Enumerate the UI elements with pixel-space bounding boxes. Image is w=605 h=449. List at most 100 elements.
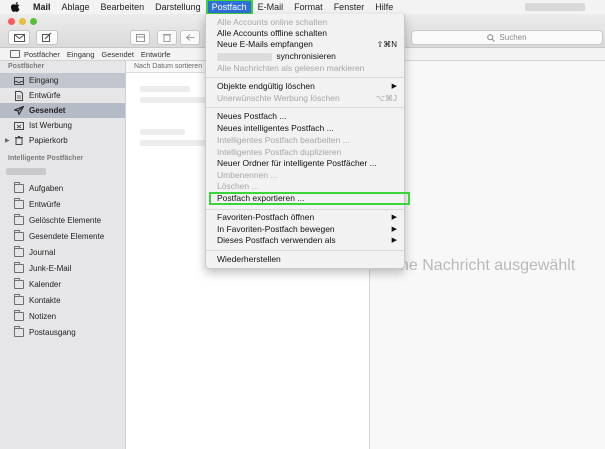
- zoom-window-button[interactable]: [30, 18, 37, 25]
- folder-icon: [14, 230, 24, 241]
- submenu-arrow-icon: ▶: [391, 226, 397, 233]
- folder-icon: [14, 294, 24, 305]
- message-preview-redacted: [140, 86, 190, 92]
- trash-icon: [163, 34, 171, 42]
- menu-item-all-offline[interactable]: Alle Accounts offline schalten: [206, 28, 404, 39]
- menu-item-edit-smart-mailbox: Intelligentes Postfach bearbeiten ...: [217, 135, 350, 145]
- sidebar-item-drafts[interactable]: Entwürfe: [0, 88, 125, 103]
- inbox-tray-icon: [14, 76, 24, 85]
- sidebar-folder[interactable]: Postausgang: [0, 325, 125, 340]
- search-icon: [487, 33, 496, 42]
- account-name-redacted: [0, 165, 125, 177]
- menu-email[interactable]: E-Mail: [258, 2, 284, 12]
- document-icon: [14, 90, 24, 101]
- folder-icon: [14, 278, 24, 289]
- menu-item-synchronize[interactable]: synchronisieren: [206, 51, 404, 62]
- sidebar-item-sent[interactable]: Gesendet: [0, 103, 125, 118]
- menu-item-new-mailbox[interactable]: Neues Postfach ...: [206, 111, 404, 122]
- disclosure-triangle-icon[interactable]: ▶: [5, 137, 10, 144]
- sidebar-item-label: Notizen: [29, 312, 57, 321]
- menu-ablage[interactable]: Ablage: [62, 2, 90, 12]
- sidebar-item-label: Papierkorb: [29, 136, 68, 145]
- menu-item-delete: Löschen ...: [217, 181, 259, 191]
- menu-separator: [206, 77, 404, 78]
- favorite-inbox[interactable]: Eingang: [67, 50, 95, 59]
- sidebar-item-junk[interactable]: Ist Werbung: [0, 118, 125, 133]
- submenu-arrow-icon: ▶: [391, 237, 397, 244]
- close-window-button[interactable]: [8, 18, 15, 25]
- sidebar-folder[interactable]: Gesendete Elemente: [0, 229, 125, 244]
- sidebar-folder[interactable]: Entwürfe: [0, 197, 125, 212]
- sidebar-item-label: Ist Werbung: [29, 121, 72, 130]
- delete-button[interactable]: [157, 30, 177, 45]
- sidebar-item-label: Eingang: [29, 76, 59, 85]
- sidebar-folder[interactable]: Notizen: [0, 309, 125, 324]
- menu-bearbeiten[interactable]: Bearbeiten: [101, 2, 145, 12]
- sidebar-folder[interactable]: Junk-E-Mail: [0, 261, 125, 276]
- sidebar-item-trash[interactable]: ▶ Papierkorb: [0, 133, 125, 148]
- shortcut-label: ⇧⌘N: [376, 40, 397, 49]
- search-field[interactable]: Suchen: [411, 30, 603, 45]
- sidebar-item-label: Journal: [29, 248, 56, 257]
- menu-hilfe[interactable]: Hilfe: [375, 2, 393, 12]
- favorite-sent[interactable]: Gesendet: [101, 50, 134, 59]
- reply-icon: [185, 34, 194, 41]
- reply-button[interactable]: [180, 30, 200, 45]
- sidebar-toggle-icon[interactable]: [10, 50, 20, 58]
- folder-icon: [14, 310, 24, 321]
- menu-item-label: Objekte endgültig löschen: [217, 81, 315, 91]
- archive-button[interactable]: [130, 30, 150, 45]
- menu-item-open-favorite[interactable]: Favoriten-Postfach öffnen ▶: [206, 212, 404, 223]
- menu-item-label: Neue E-Mails empfangen: [217, 39, 313, 49]
- sidebar-folder[interactable]: Kalender: [0, 277, 125, 292]
- apple-logo-icon[interactable]: [11, 2, 23, 12]
- sidebar-folder[interactable]: Journal: [0, 245, 125, 260]
- sidebar-item-label: Kalender: [29, 280, 62, 289]
- sidebar-item-label: Kontakte: [29, 296, 61, 305]
- folder-icon: [14, 246, 24, 257]
- menu-item-new-smart-folder[interactable]: Neuer Ordner für intelligente Postfächer…: [206, 158, 404, 169]
- menu-item-new-smart-mailbox[interactable]: Neues intelligentes Postfach ...: [206, 123, 404, 134]
- menu-item-mark-all-read: Alle Nachrichten als gelesen markieren: [217, 63, 365, 73]
- no-message-selected-text: ne Nachricht ausgewählt: [400, 257, 576, 274]
- menu-postfach[interactable]: Postfach: [205, 0, 253, 15]
- menu-darstellung[interactable]: Darstellung: [155, 2, 201, 12]
- menu-separator: [206, 250, 404, 251]
- account-name-redacted: [217, 52, 272, 61]
- menu-item-move-to-favorite[interactable]: In Favoriten-Postfach bewegen ▶: [206, 224, 404, 235]
- sidebar-folder[interactable]: Kontakte: [0, 293, 125, 308]
- menu-mail[interactable]: Mail: [33, 2, 51, 12]
- submenu-arrow-icon: ▶: [391, 83, 397, 90]
- submenu-arrow-icon: ▶: [391, 214, 397, 221]
- menu-fenster[interactable]: Fenster: [334, 2, 365, 12]
- sidebar-item-label: Postausgang: [29, 328, 76, 337]
- get-mail-button[interactable]: [8, 30, 30, 45]
- section-smart-mailboxes: Intelligente Postfächer: [8, 155, 84, 162]
- sidebar-item-label: Entwürfe: [29, 200, 61, 209]
- sidebar-folder[interactable]: Aufgaben: [0, 181, 125, 196]
- menu-item-label: In Favoriten-Postfach bewegen: [217, 224, 335, 234]
- menu-format[interactable]: Format: [294, 2, 323, 12]
- favorite-mailboxes[interactable]: Postfächer: [24, 50, 60, 59]
- compose-button[interactable]: [36, 30, 58, 45]
- sidebar-item-label: Gesendet: [29, 106, 66, 115]
- shortcut-label: ⌥⌘J: [375, 94, 397, 103]
- menu-item-export-mailbox[interactable]: Postfach exportieren ...: [209, 192, 410, 205]
- sidebar-item-label: Entwürfe: [29, 91, 61, 100]
- archive-icon: [135, 33, 145, 42]
- menu-item-rebuild[interactable]: Wiederherstellen: [206, 254, 404, 265]
- menu-item-get-mail[interactable]: Neue E-Mails empfangen ⇧⌘N: [206, 39, 404, 50]
- status-area: [525, 3, 585, 11]
- message-preview-redacted: [140, 129, 185, 135]
- sidebar-item-inbox[interactable]: Eingang: [0, 73, 125, 88]
- menu-item-use-mailbox-as[interactable]: Dieses Postfach verwenden als ▶: [206, 235, 404, 246]
- folder-icon: [14, 182, 24, 193]
- menu-item-erase-deleted[interactable]: Objekte endgültig löschen ▶: [206, 81, 404, 92]
- trash-icon: [14, 136, 24, 145]
- minimize-window-button[interactable]: [19, 18, 26, 25]
- favorite-drafts[interactable]: Entwürfe: [141, 50, 171, 59]
- folder-icon: [14, 214, 24, 225]
- menu-item-all-online: Alle Accounts online schalten: [217, 17, 328, 27]
- envelope-icon: [13, 33, 25, 42]
- sidebar-folder[interactable]: Gelöschte Elemente: [0, 213, 125, 228]
